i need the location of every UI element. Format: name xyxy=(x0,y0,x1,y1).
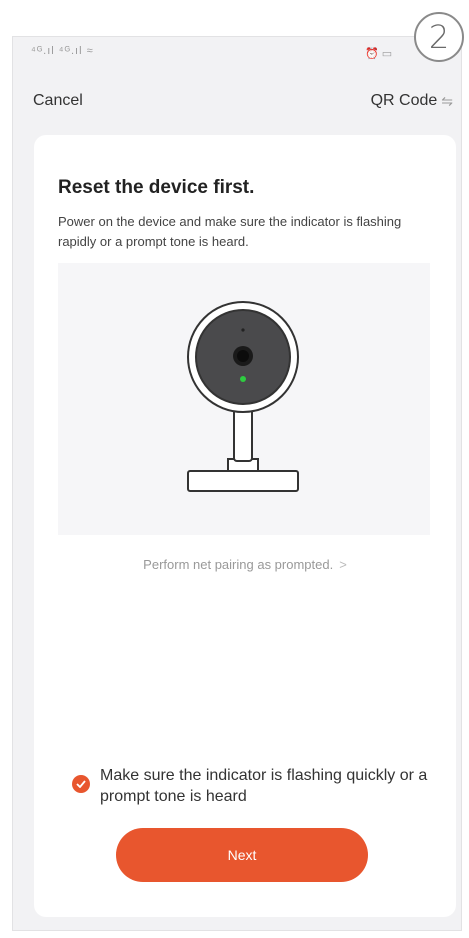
net-pairing-label: Perform net pairing as prompted. xyxy=(143,557,334,572)
camera-illustration xyxy=(58,263,430,535)
net-pairing-link[interactable]: Perform net pairing as prompted. > xyxy=(34,557,456,572)
check-icon xyxy=(76,780,86,788)
switch-icon: ⇋ xyxy=(441,92,453,109)
camera-icon xyxy=(187,301,299,492)
step-badge: 2 xyxy=(414,12,464,62)
cancel-button[interactable]: Cancel xyxy=(33,92,83,110)
page-title: Reset the device first. xyxy=(58,177,255,198)
qr-code-button[interactable]: QR Code ⇋ xyxy=(371,92,453,110)
status-bar: ⁴ᴳ.ıl ⁴ᴳ.ıl ≈ ⏰ ▭ xyxy=(13,37,461,77)
signal-icon: ⁴ᴳ.ıl ⁴ᴳ.ıl ≈ xyxy=(31,45,94,57)
next-button[interactable]: Next xyxy=(116,828,368,882)
nav-bar: Cancel QR Code ⇋ xyxy=(13,77,461,127)
content-card: Reset the device first. Power on the dev… xyxy=(34,135,456,917)
chevron-right-icon: > xyxy=(339,557,347,572)
confirm-label: Make sure the indicator is flashing quic… xyxy=(100,767,428,805)
instruction-text: Power on the device and make sure the in… xyxy=(58,214,402,249)
phone-screen: ⁴ᴳ.ıl ⁴ᴳ.ıl ≈ ⏰ ▭ Cancel QR Code ⇋ Reset… xyxy=(12,36,462,931)
confirm-checkbox[interactable] xyxy=(72,775,90,793)
battery-icon: ⏰ ▭ xyxy=(365,48,393,60)
confirm-row[interactable]: Make sure the indicator is flashing quic… xyxy=(72,765,432,807)
qr-code-label: QR Code xyxy=(370,92,438,109)
